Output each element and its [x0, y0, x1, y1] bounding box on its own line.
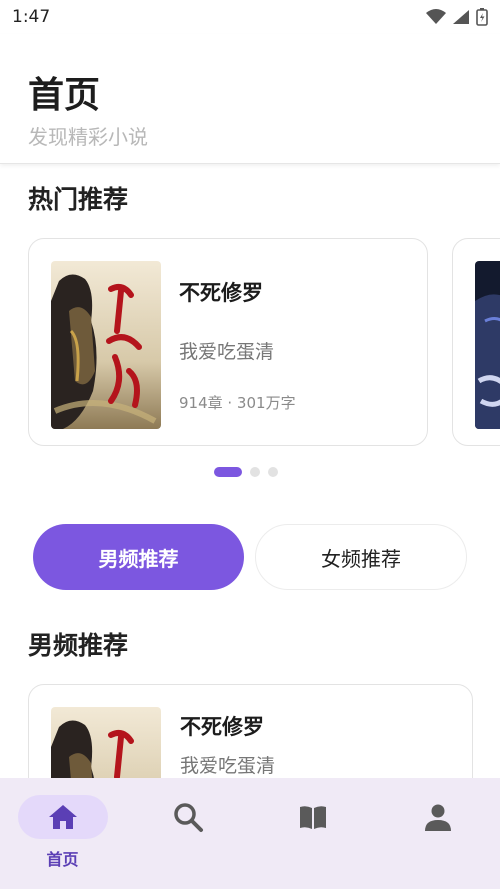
- book-meta: 914章 · 301万字: [179, 394, 296, 412]
- nav-library[interactable]: [250, 778, 375, 889]
- hot-carousel[interactable]: 不死修罗 我爱吃蛋清 914章 · 301万字: [0, 238, 500, 446]
- home-icon: [48, 805, 77, 829]
- status-bar: 1:47: [0, 0, 500, 34]
- book-title: 不死修罗: [179, 281, 263, 305]
- book-cover: [51, 261, 161, 429]
- bottom-nav: 首页: [0, 778, 500, 889]
- hot-book-card[interactable]: 不死修罗 我爱吃蛋清 914章 · 301万字: [28, 238, 428, 446]
- female-recommend-tab[interactable]: 女频推荐: [255, 524, 467, 590]
- book-cover: [475, 261, 500, 429]
- male-section-title: 男频推荐: [28, 631, 129, 660]
- page-header: 首页 发现精彩小说: [0, 34, 500, 164]
- book-author: 我爱吃蛋清: [180, 755, 276, 777]
- carousel-dot[interactable]: [250, 467, 260, 477]
- nav-home[interactable]: 首页: [0, 778, 125, 889]
- wifi-icon: [426, 9, 446, 24]
- hot-section-title: 热门推荐: [28, 185, 129, 214]
- signal-icon: [453, 10, 469, 24]
- carousel-indicator: [214, 467, 278, 477]
- carousel-dot[interactable]: [268, 467, 278, 477]
- page-title: 首页: [28, 75, 101, 116]
- hot-book-card-next[interactable]: [452, 238, 500, 446]
- battery-icon: [476, 8, 488, 26]
- nav-home-label: 首页: [46, 850, 79, 869]
- book-title: 不死修罗: [180, 715, 264, 739]
- nav-profile[interactable]: [375, 778, 500, 889]
- book-icon: [299, 806, 326, 829]
- person-icon: [424, 804, 451, 831]
- page-subtitle: 发现精彩小说: [28, 125, 148, 149]
- nav-search[interactable]: [125, 778, 250, 889]
- male-recommend-tab[interactable]: 男频推荐: [33, 524, 244, 590]
- search-icon: [173, 803, 203, 832]
- book-author: 我爱吃蛋清: [179, 341, 275, 363]
- status-icons: [426, 8, 488, 26]
- carousel-dot-active[interactable]: [214, 467, 242, 477]
- status-time: 1:47: [12, 7, 51, 27]
